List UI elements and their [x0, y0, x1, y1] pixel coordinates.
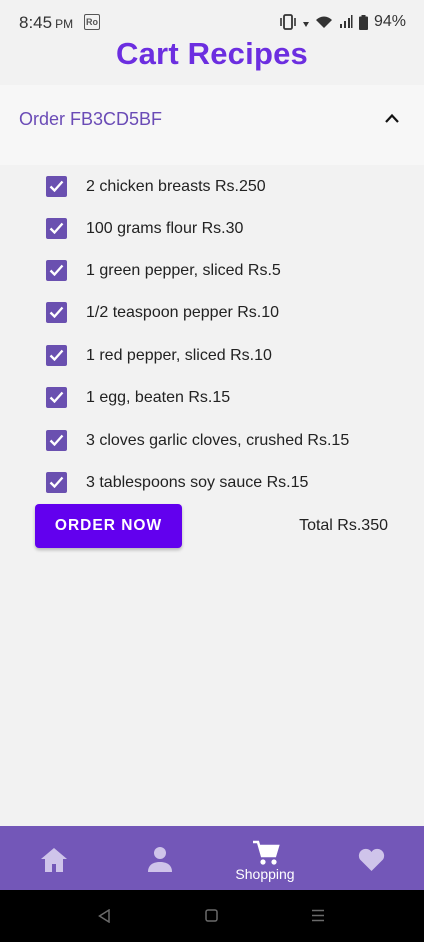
checkbox[interactable] [46, 345, 67, 366]
signal-icon [339, 15, 353, 29]
item-label: 100 grams flour Rs.30 [86, 220, 244, 237]
vibrate-icon [279, 14, 297, 30]
item-label: 1/2 teaspoon pepper Rs.10 [86, 304, 280, 321]
item-label: 3 tablespoons soy sauce Rs.15 [86, 474, 309, 491]
heart-icon [358, 848, 385, 871]
checkbox[interactable] [46, 176, 67, 197]
nav-item-favorites[interactable] [318, 826, 424, 890]
item-label: 2 chicken breasts Rs.250 [86, 178, 266, 195]
list-item[interactable]: 1 green pepper, sliced Rs.5 [0, 250, 424, 292]
nav-item-shopping[interactable]: Shopping [212, 826, 318, 890]
status-ampm: PM [55, 17, 74, 31]
checkbox[interactable] [46, 430, 67, 451]
battery-percent: 94% [373, 13, 406, 30]
nav-item-profile[interactable] [106, 826, 212, 890]
chevron-up-icon[interactable] [384, 112, 400, 124]
item-label: 1 green pepper, sliced Rs.5 [86, 262, 281, 279]
system-nav-bar [0, 890, 424, 942]
checkbox[interactable] [46, 302, 67, 323]
order-title: Order FB3CD5BF [19, 109, 163, 129]
item-label: 1 red pepper, sliced Rs.10 [86, 347, 272, 364]
list-item[interactable]: 1/2 teaspoon pepper Rs.10 [0, 292, 424, 334]
battery-icon [358, 14, 368, 30]
checkbox[interactable] [46, 218, 67, 239]
item-label: 3 cloves garlic cloves, crushed Rs.15 [86, 432, 350, 449]
order-total: Total Rs.350 [299, 517, 388, 534]
list-item[interactable]: 2 chicken breasts Rs.250 [0, 166, 424, 208]
status-icons: 94% [279, 13, 406, 31]
list-item[interactable]: 1 red pepper, sliced Rs.10 [0, 335, 424, 377]
wifi-icon [315, 15, 333, 29]
status-time: 8:45 PM [19, 13, 73, 33]
home-icon [41, 848, 67, 872]
nav-item-home[interactable] [0, 826, 106, 890]
recents-icon[interactable] [311, 909, 325, 922]
checkbox[interactable] [46, 387, 67, 408]
status-time-value: 8:45 [19, 13, 53, 32]
order-now-button[interactable]: ORDER NOW [35, 504, 182, 548]
data-arrows-icon [302, 16, 309, 28]
checkbox[interactable] [46, 260, 67, 281]
person-icon [148, 847, 172, 872]
order-header[interactable]: Order FB3CD5BF [0, 85, 424, 165]
list-item[interactable]: 1 egg, beaten Rs.15 [0, 377, 424, 419]
list-item[interactable]: 100 grams flour Rs.30 [0, 208, 424, 250]
bottom-nav: Shopping [0, 826, 424, 890]
cart-icon [253, 840, 280, 865]
home-square-icon[interactable] [205, 909, 218, 922]
checkbox[interactable] [46, 472, 67, 493]
item-label: 1 egg, beaten Rs.15 [86, 389, 231, 406]
list-item[interactable]: 3 tablespoons soy sauce Rs.15 [0, 462, 424, 504]
ro-badge-icon: Ro [84, 14, 100, 30]
list-item[interactable]: 3 cloves garlic cloves, crushed Rs.15 [0, 420, 424, 462]
nav-label-shopping: Shopping [235, 866, 295, 882]
page-title: Cart Recipes [116, 36, 308, 71]
back-icon[interactable] [98, 909, 110, 923]
